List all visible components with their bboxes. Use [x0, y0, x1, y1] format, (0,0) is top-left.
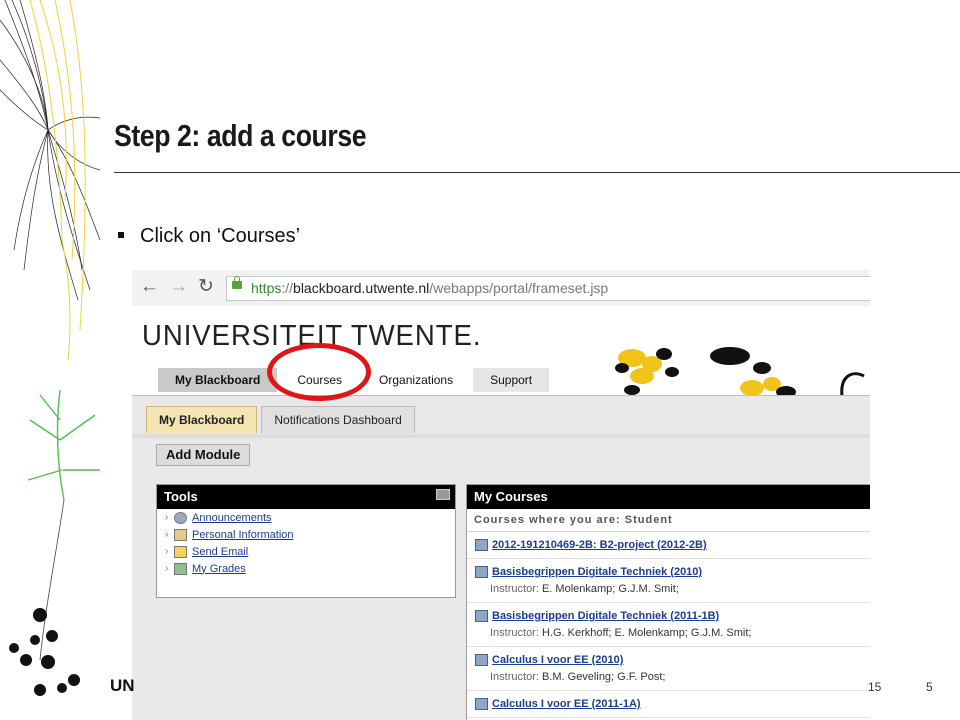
url-text: https://blackboard.utwente.nl/webapps/po… [251, 280, 609, 296]
megaphone-icon [174, 511, 187, 524]
course-item: Calculus I voor EE (2011-1A) [467, 691, 870, 718]
blackboard-header: UNIVERSITEIT TWENTE. My Blackboard Cours… [132, 306, 870, 398]
send-email-link[interactable]: Send Email [192, 546, 248, 558]
blackboard-content: My Blackboard Notifications Dashboard Ad… [132, 395, 870, 720]
course-link[interactable]: Basisbegrippen Digitale Techniek (2010) [492, 566, 702, 578]
personal-information-link[interactable]: Personal Information [192, 529, 294, 541]
course-link[interactable]: Calculus I voor EE (2010) [492, 654, 623, 666]
header-decorative-art [615, 347, 865, 398]
tab-support[interactable]: Support [473, 368, 550, 392]
course-book-icon [475, 698, 488, 710]
subtab-strip [132, 434, 870, 438]
browser-screenshot: ← → ↻ https://blackboard.utwente.nl/weba… [132, 270, 870, 720]
decorative-line-art [0, 0, 101, 696]
footer-logo: UN [110, 676, 135, 695]
add-module-button[interactable]: Add Module [156, 444, 251, 466]
course-book-icon [475, 539, 488, 551]
subtab-notifications-dashboard[interactable]: Notifications Dashboard [261, 406, 415, 433]
tools-item: › Personal Information [157, 526, 455, 543]
reload-icon[interactable]: ↻ [198, 277, 214, 297]
lock-icon [232, 276, 242, 289]
chevron-right-icon: › [165, 563, 169, 574]
course-instructors: Instructor: B.M. Geveling; G.F. Post; [490, 671, 666, 683]
module-options-icon[interactable] [436, 489, 450, 500]
bullet-square-icon [118, 231, 124, 238]
title-divider [114, 172, 960, 173]
bullet-point: Click on ‘Courses’ [118, 225, 300, 248]
course-instructors: Instructor: E. Molenkamp; G.J.M. Smit; [490, 583, 679, 595]
forward-arrow-icon[interactable]: → [169, 277, 188, 297]
my-courses-header: My Courses [467, 485, 870, 509]
tools-item: › My Grades [157, 560, 455, 577]
course-link[interactable]: Basisbegrippen Digitale Techniek (2011-1… [492, 610, 719, 622]
role-heading: Courses where you are: Student [467, 509, 870, 532]
course-book-icon [475, 610, 488, 622]
course-book-icon [475, 566, 488, 578]
course-item: Calculus I voor EE (2010) Instructor: B.… [467, 647, 870, 691]
my-courses-title: My Courses [474, 489, 548, 504]
chevron-right-icon: › [165, 529, 169, 540]
highlight-circle [267, 343, 371, 401]
tools-module-header: Tools [157, 485, 455, 509]
my-grades-link[interactable]: My Grades [192, 563, 246, 575]
chevron-right-icon: › [165, 546, 169, 557]
tools-item: › Send Email [157, 543, 455, 560]
address-bar[interactable]: https://blackboard.utwente.nl/webapps/po… [226, 276, 870, 301]
course-book-icon [475, 654, 488, 666]
id-card-icon [174, 528, 187, 541]
course-link[interactable]: 2012-191210469-2B: B2-project (2012-2B) [492, 539, 707, 551]
slide-title: Step 2: add a course [114, 118, 367, 153]
course-link[interactable]: Calculus I voor EE (2011-1A) [492, 698, 641, 710]
tab-my-blackboard[interactable]: My Blackboard [158, 368, 278, 392]
envelope-icon [174, 545, 187, 558]
tools-item: › Announcements [157, 509, 455, 526]
subtab-my-blackboard[interactable]: My Blackboard [146, 406, 258, 433]
course-item: 2012-191210469-2B: B2-project (2012-2B) [467, 532, 870, 559]
back-arrow-icon[interactable]: ← [140, 277, 159, 297]
tools-module-title: Tools [164, 489, 198, 504]
footer-date: 15 [868, 680, 882, 694]
page-number: 5 [926, 680, 933, 694]
my-courses-module: My Courses Courses where you are: Studen… [466, 484, 870, 720]
browser-toolbar: ← → ↻ https://blackboard.utwente.nl/weba… [132, 270, 870, 307]
tab-organizations[interactable]: Organizations [362, 368, 470, 392]
bullet-text: Click on ‘Courses’ [140, 225, 301, 247]
grades-icon [174, 562, 187, 575]
course-item: Basisbegrippen Digitale Techniek (2011-1… [467, 603, 870, 647]
tools-module: Tools › Announcements › Personal Informati… [156, 484, 456, 598]
announcements-link[interactable]: Announcements [192, 512, 272, 524]
chevron-right-icon: › [165, 512, 169, 523]
course-instructors: Instructor: H.G. Kerkhoff; E. Molenkamp;… [490, 627, 752, 639]
course-item: Basisbegrippen Digitale Techniek (2010) … [467, 559, 870, 603]
sub-tabs: My Blackboard Notifications Dashboard [146, 406, 419, 433]
